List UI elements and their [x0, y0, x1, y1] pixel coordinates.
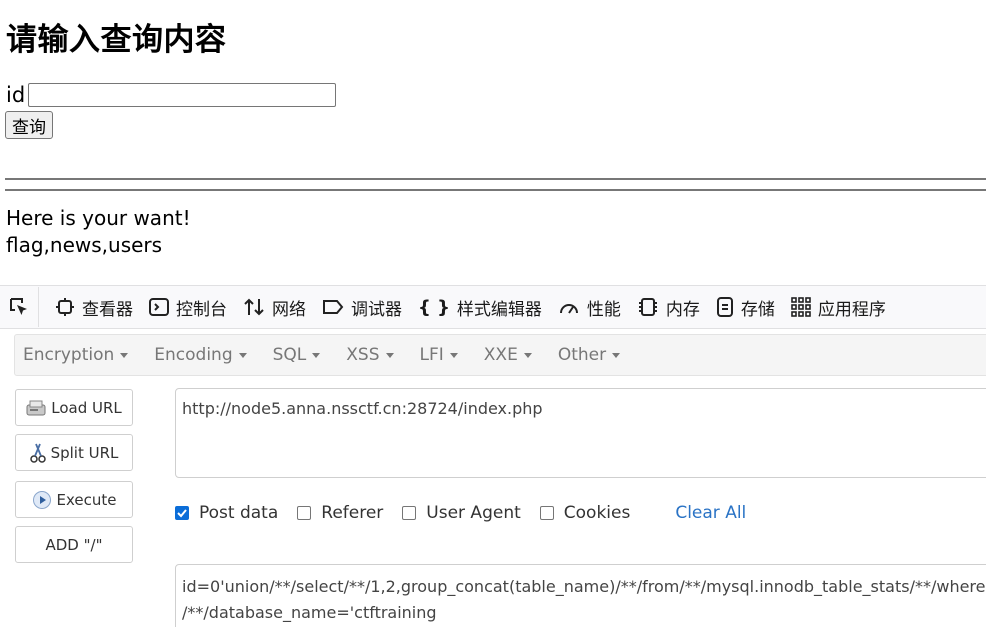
post-data-textarea[interactable]: id=0'union/**/select/**/1,2,group_concat… [175, 564, 986, 627]
options-row: Post data Referer User Agent Cookies Cle… [175, 503, 746, 523]
tab-label: 查看器 [82, 299, 133, 320]
menu-label: XSS [346, 345, 380, 365]
result-message: Here is your want! [6, 206, 191, 230]
split-url-button[interactable]: Split URL [15, 434, 133, 471]
post-data-line: /**/database_name='ctftraining [182, 603, 437, 622]
menu-label: SQL [272, 345, 307, 365]
tab-label: 样式编辑器 [456, 299, 542, 320]
referer-label: Referer [321, 503, 384, 523]
scissors-icon [29, 442, 46, 464]
id-row: id [6, 82, 337, 108]
tab-performance[interactable]: 性能 [558, 295, 621, 320]
user-agent-checkbox[interactable] [402, 506, 417, 520]
execute-button[interactable]: Execute [15, 481, 133, 518]
add-slash-button[interactable]: ADD "/" [15, 526, 133, 563]
tab-application[interactable]: 应用程序 [791, 295, 886, 320]
cookies-label: Cookies [563, 503, 631, 523]
element-picker-icon[interactable] [0, 287, 39, 327]
performance-icon [558, 297, 580, 317]
tab-label: 性能 [586, 299, 621, 320]
application-icon [791, 297, 811, 317]
id-label: id [6, 83, 26, 107]
tab-inspector[interactable]: 查看器 [55, 295, 133, 320]
post-data-line: id=0'union/**/select/**/1,2,group_concat… [182, 577, 986, 596]
caret-down-icon [238, 352, 247, 358]
menu-encoding[interactable]: Encoding [154, 345, 247, 365]
post-data-checkbox[interactable] [175, 506, 189, 520]
menu-xss[interactable]: XSS [346, 345, 394, 365]
devtools-toolbar: 查看器 控制台 网络 调试器 { } 样式编辑器 性能 内存 存储 应用程序 [0, 285, 986, 329]
split-url-label: Split URL [50, 443, 119, 462]
memory-icon [637, 297, 659, 317]
tab-label: 存储 [740, 299, 775, 320]
load-url-label: Load URL [51, 398, 122, 417]
tab-storage[interactable]: 存储 [716, 295, 775, 320]
tab-style-editor[interactable]: { } 样式编辑器 [418, 295, 542, 320]
user-agent-label: User Agent [426, 503, 521, 523]
menu-xxe[interactable]: XXE [484, 345, 532, 365]
debugger-icon [322, 298, 344, 316]
caret-down-icon [385, 352, 394, 358]
console-icon [149, 297, 169, 317]
divider-bottom [5, 189, 986, 191]
post-data-option[interactable]: Post data [175, 503, 278, 523]
play-icon [32, 490, 52, 510]
caret-down-icon [120, 352, 129, 358]
page: 请输入查询内容 id 查询 Here is your want! flag,ne… [0, 0, 986, 627]
tab-network[interactable]: 网络 [243, 295, 306, 320]
cookies-checkbox[interactable] [539, 506, 554, 520]
menu-sql[interactable]: SQL [273, 345, 321, 365]
user-agent-option[interactable]: User Agent [402, 503, 521, 523]
tab-label: 网络 [272, 299, 306, 320]
query-button[interactable]: 查询 [5, 111, 53, 139]
network-icon [243, 297, 265, 317]
result-tables: flag,news,users [6, 233, 163, 257]
caret-down-icon [449, 352, 458, 358]
tab-label: 控制台 [176, 299, 227, 320]
menu-other[interactable]: Other [557, 345, 621, 365]
page-title: 请输入查询内容 [6, 22, 227, 58]
load-url-button[interactable]: Load URL [15, 389, 133, 426]
tab-label: 调试器 [351, 299, 402, 320]
cookies-option[interactable]: Cookies [539, 503, 631, 523]
menu-label: Other [557, 345, 607, 365]
add-slash-label: ADD "/" [45, 535, 103, 554]
referer-option[interactable]: Referer [297, 503, 383, 523]
tab-label: 内存 [665, 299, 700, 320]
caret-down-icon [312, 352, 321, 358]
id-input[interactable] [28, 83, 337, 107]
tab-label: 应用程序 [817, 299, 886, 320]
menu-label: Encryption [23, 345, 115, 365]
divider-top [5, 178, 986, 180]
style-editor-icon: { } [418, 296, 450, 318]
load-url-icon [26, 400, 46, 416]
caret-down-icon [612, 352, 621, 358]
tab-memory[interactable]: 内存 [637, 295, 700, 320]
hackbar-menu: Encryption Encoding SQL XSS LFI XXE Othe… [14, 334, 986, 376]
caret-down-icon [523, 352, 532, 358]
storage-icon [716, 297, 734, 317]
menu-encryption[interactable]: Encryption [23, 345, 129, 365]
url-textarea[interactable]: http://node5.anna.nssctf.cn:28724/index.… [175, 388, 986, 478]
menu-label: Encoding [154, 345, 233, 365]
menu-label: XXE [483, 345, 518, 365]
menu-label: LFI [419, 345, 444, 365]
tab-console[interactable]: 控制台 [149, 295, 227, 320]
menu-lfi[interactable]: LFI [420, 345, 458, 365]
url-text: http://node5.anna.nssctf.cn:28724/index.… [182, 399, 543, 418]
tab-debugger[interactable]: 调试器 [322, 295, 402, 320]
referer-checkbox[interactable] [297, 506, 312, 520]
execute-label: Execute [56, 490, 117, 509]
clear-all-link[interactable]: Clear All [675, 503, 746, 523]
inspector-icon [55, 297, 75, 317]
post-data-label: Post data [199, 503, 279, 523]
